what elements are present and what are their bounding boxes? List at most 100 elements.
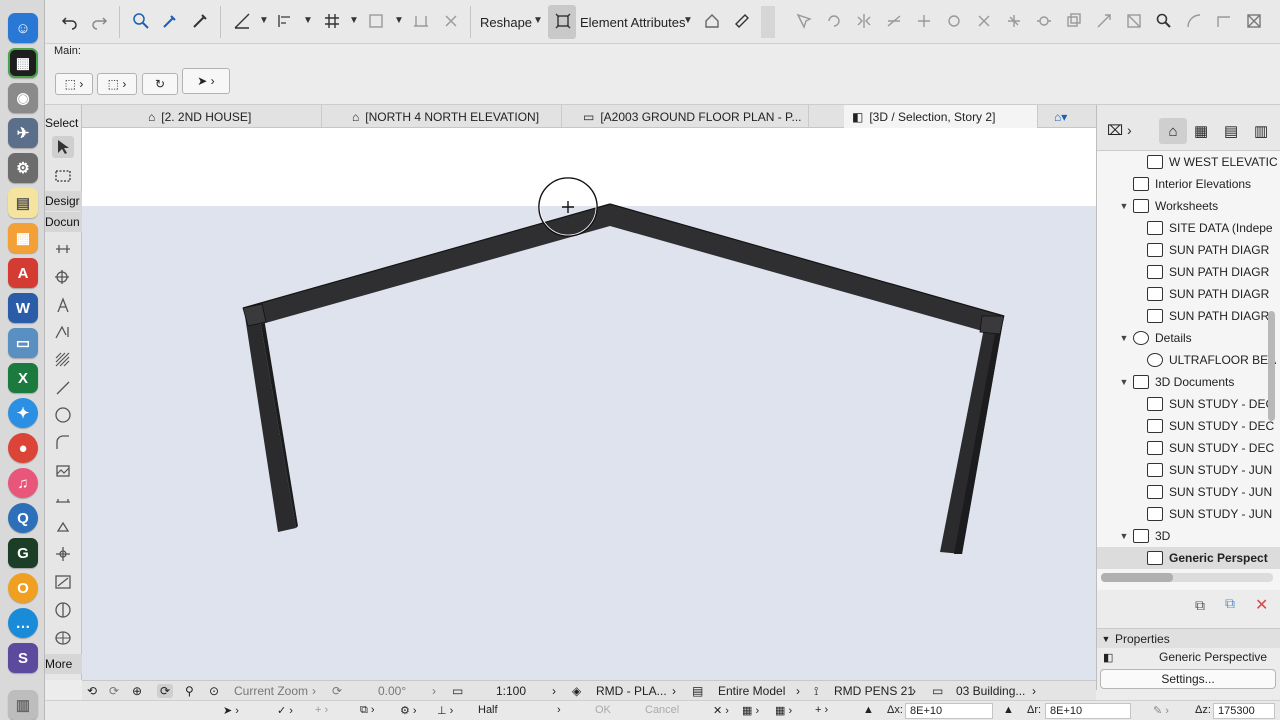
pen-set-dropdown[interactable]: RMD PENS 21	[834, 684, 914, 698]
selection-method-picker[interactable]: ⬚ ›	[55, 73, 93, 95]
chevron-right-icon[interactable]: ›	[312, 684, 316, 698]
chevron-right-icon[interactable]: ›	[1032, 684, 1036, 698]
toolbox-more-label[interactable]: More	[45, 657, 72, 671]
view-angle-value[interactable]: 0.00°	[378, 684, 406, 698]
zoom-forward-icon[interactable]: ⟳	[109, 684, 119, 698]
delete-view-icon[interactable]: ✕	[1255, 595, 1268, 615]
redo-icon[interactable]	[88, 10, 110, 32]
activity-monitor-app-icon[interactable]: ▦	[8, 48, 38, 78]
trace-icon[interactable]	[440, 10, 462, 32]
notes-app-icon[interactable]: ▤	[8, 188, 38, 218]
surface-icon[interactable]	[365, 10, 387, 32]
element-attributes-icon[interactable]	[552, 10, 574, 32]
zoom-in-icon[interactable]: ⊕	[132, 684, 142, 698]
pen-set-icon[interactable]: ⟟	[814, 684, 818, 699]
elevate-icon[interactable]	[883, 10, 905, 32]
label-tool-icon[interactable]	[52, 321, 74, 343]
navigator-folder[interactable]: ▼ 3D	[1097, 525, 1280, 547]
disclosure-triangle-icon[interactable]: ▼	[1119, 333, 1129, 343]
acrobat-app-icon[interactable]: A	[8, 258, 38, 288]
chevron-right-icon[interactable]: ›	[912, 684, 916, 698]
vlc-app-icon[interactable]: O	[8, 573, 38, 603]
navigator-vertical-scrollbar[interactable]	[1268, 311, 1275, 421]
snap-pointer-icon[interactable]: ➤ ›	[223, 704, 239, 717]
tab-3d-selection[interactable]: ◧ [3D / Selection, Story 2]	[844, 105, 1038, 128]
orbit-icon[interactable]: ⟳	[157, 684, 174, 698]
line-tool-icon[interactable]	[52, 377, 74, 399]
scale-dropdown[interactable]: 1:100	[496, 684, 526, 698]
grid-snap-icon[interactable]: ▦ ›	[742, 704, 759, 717]
home-story-icon[interactable]	[701, 10, 723, 32]
explore-icon[interactable]: ⚲	[185, 684, 194, 698]
grid-tool-icon[interactable]	[52, 543, 74, 565]
snap-point-icon[interactable]: ⊥ ›	[437, 704, 453, 717]
left-column[interactable]	[244, 308, 296, 532]
chevron-down-icon[interactable]: ▼	[394, 15, 404, 26]
hotspot-tool-icon[interactable]	[52, 488, 74, 510]
zoom-dropdown[interactable]: Current Zoom	[234, 684, 308, 698]
settings-button[interactable]: Settings...	[1100, 669, 1276, 689]
shed-app-icon[interactable]: S	[8, 643, 38, 673]
archicad-app-icon[interactable]: G	[8, 538, 38, 568]
find-select-icon[interactable]	[130, 10, 152, 32]
measure-icon[interactable]	[731, 10, 753, 32]
messages-app-icon[interactable]: …	[8, 608, 38, 638]
arrow-pointer-picker[interactable]: ➤ ›	[182, 68, 230, 94]
syringe-icon[interactable]	[189, 10, 211, 32]
stretch-icon[interactable]	[1093, 10, 1115, 32]
dz-field[interactable]: 175300	[1213, 703, 1275, 719]
zoom-icon[interactable]: ⊙	[209, 684, 219, 698]
rotate-view-icon[interactable]: ⟳	[332, 684, 342, 698]
rotate-marquee-button[interactable]: ↻	[142, 73, 178, 95]
change-tool-icon[interactable]	[52, 599, 74, 621]
drawing-tool-icon[interactable]	[52, 571, 74, 593]
intersect-icon[interactable]	[1243, 10, 1265, 32]
text-tool-icon[interactable]	[52, 294, 74, 316]
level-dimension-tool-icon[interactable]	[52, 265, 74, 287]
fill-tool-icon[interactable]	[52, 349, 74, 371]
navigator-item-selected[interactable]: Generic Perspect	[1097, 547, 1280, 569]
navigator-item[interactable]: SUN STUDY - JUN	[1097, 459, 1280, 481]
navigator-item[interactable]: SUN STUDY - DEC	[1097, 393, 1280, 415]
disclosure-triangle-icon[interactable]: ▼	[1119, 377, 1129, 387]
marquee-shape-picker[interactable]: ⬚ ›	[97, 73, 137, 95]
mirror-icon[interactable]	[853, 10, 875, 32]
chevron-right-icon[interactable]: ›	[432, 684, 436, 698]
move-icon[interactable]	[793, 10, 815, 32]
dx-field[interactable]: 8E+10	[905, 703, 993, 719]
system-preferences-app-icon[interactable]: ⚙	[8, 153, 38, 183]
elevation-marker-tool-icon[interactable]	[52, 515, 74, 537]
model-view-icon[interactable]: ▤	[692, 684, 703, 698]
renovation-filter-dropdown[interactable]: 03 Building...	[956, 684, 1025, 698]
cross-snap-icon[interactable]: ✕ ›	[713, 704, 729, 717]
dimension-icon[interactable]	[410, 10, 432, 32]
disclosure-triangle-icon[interactable]: ▼	[1119, 531, 1129, 541]
ok-button[interactable]: OK	[595, 704, 611, 716]
drag-copy-icon[interactable]	[913, 10, 935, 32]
portal-frame-3d[interactable]	[82, 128, 1096, 680]
navigator-horizontal-scrollbar[interactable]	[1101, 573, 1273, 582]
chevron-down-icon[interactable]: ▼	[303, 15, 313, 26]
scale-icon[interactable]: ▭	[452, 684, 463, 698]
navigator-folder[interactable]: ▼ 3D Documents	[1097, 371, 1280, 393]
zoom-back-icon[interactable]: ⟲	[87, 684, 97, 698]
navigator-item[interactable]: SUN STUDY - JUN	[1097, 481, 1280, 503]
navigator-item[interactable]: W WEST ELEVATIC	[1097, 151, 1280, 173]
layout-book-icon[interactable]: ▤	[1224, 122, 1238, 140]
preview-app-icon[interactable]: ◉	[8, 83, 38, 113]
arrow-tool-icon[interactable]	[52, 136, 74, 158]
dr-field[interactable]: 8E+10	[1045, 703, 1131, 719]
fillet-icon[interactable]	[1183, 10, 1205, 32]
model-view-dropdown[interactable]: Entire Model	[718, 684, 785, 698]
publisher-sets-icon[interactable]: ▥	[1254, 122, 1268, 140]
itunes-app-icon[interactable]: ♫	[8, 468, 38, 498]
element-attributes-menu[interactable]: Element Attributes	[580, 15, 686, 30]
trash-icon[interactable]: ▥	[8, 690, 38, 720]
cancel-button[interactable]: Cancel	[645, 704, 679, 716]
undo-icon[interactable]	[59, 10, 81, 32]
chevron-right-icon[interactable]: ›	[796, 684, 800, 698]
renovation-filter-icon[interactable]: ▭	[932, 684, 943, 698]
navigator-folder[interactable]: ▼ Worksheets	[1097, 195, 1280, 217]
navigator-item[interactable]: SUN PATH DIAGR	[1097, 283, 1280, 305]
quicktime-app-icon[interactable]: Q	[8, 503, 38, 533]
